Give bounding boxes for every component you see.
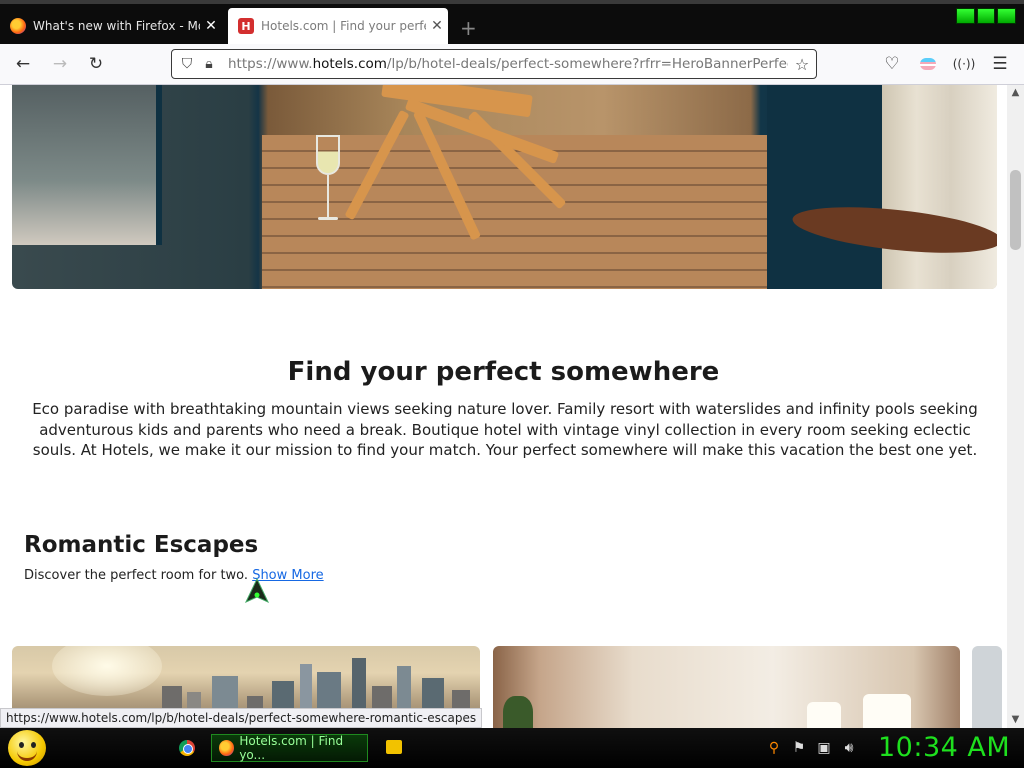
network-icon[interactable]: ▣ — [816, 740, 832, 756]
extension-flag-icon[interactable] — [916, 52, 940, 76]
page-scrollbar[interactable]: ▲ ▼ — [1007, 85, 1024, 728]
taskbar: Hotels.com | Find yo... ⚲ ⚑ ▣ 🔊︎ 10:34 A… — [0, 728, 1024, 768]
tab-strip: What's new with Firefox - More ✕ Hotels.… — [0, 0, 1024, 44]
section-description: Discover the perfect room for two. — [24, 568, 249, 583]
hero-image — [12, 85, 997, 289]
window-controls[interactable] — [956, 8, 1017, 24]
tab-hotels[interactable]: Hotels.com | Find your perfect ✕ — [228, 8, 448, 44]
address-bar[interactable]: ⛉ 🔒︎ https://www.hotels.com/lp/b/hotel-d… — [171, 49, 817, 79]
volume-icon[interactable]: 🔊︎ — [841, 740, 857, 756]
section-subtitle: Discover the perfect room for two. Show … — [24, 568, 324, 583]
scroll-up-icon[interactable]: ▲ — [1007, 87, 1024, 98]
hotel-card-image[interactable] — [972, 646, 1002, 728]
close-tab-icon[interactable]: ✕ — [426, 18, 448, 34]
tab-whats-new[interactable]: What's new with Firefox - More ✕ — [0, 8, 222, 44]
extension-icon[interactable]: ((·)) — [952, 52, 976, 76]
taskbar-firefox-task[interactable]: Hotels.com | Find yo... — [211, 734, 368, 762]
tab-title: Hotels.com | Find your perfect — [261, 19, 426, 33]
page-content: Find your perfect somewhere Eco paradise… — [0, 85, 1007, 728]
tab-title: What's new with Firefox - More — [33, 19, 200, 33]
url-text[interactable]: https://www.hotels.com/lp/b/hotel-deals/… — [220, 56, 788, 72]
forward-icon[interactable]: → — [48, 52, 72, 76]
folder-icon[interactable] — [386, 740, 402, 754]
intro-paragraph: Eco paradise with breathtaking mountain … — [32, 400, 978, 459]
hotels-favicon-icon — [238, 18, 254, 34]
firefox-icon — [219, 740, 235, 756]
bookmark-star-icon[interactable]: ☆ — [788, 55, 816, 74]
page-title: Find your perfect somewhere — [287, 357, 720, 387]
chrome-icon[interactable] — [179, 740, 195, 756]
task-label: Hotels.com | Find yo... — [239, 734, 344, 762]
scroll-down-icon[interactable]: ▼ — [1007, 714, 1024, 725]
hotel-card-image[interactable] — [493, 646, 960, 728]
menu-icon[interactable]: ☰ — [988, 52, 1012, 76]
lock-icon[interactable]: 🔒︎ — [198, 56, 220, 72]
close-tab-icon[interactable]: ✕ — [200, 18, 222, 34]
back-icon[interactable]: ← — [11, 52, 35, 76]
mouse-cursor-icon — [244, 578, 270, 604]
firefox-icon — [10, 18, 26, 34]
tracking-shield-icon[interactable]: ⛉ — [176, 56, 198, 72]
search-icon[interactable]: ⚲ — [766, 740, 782, 756]
section-title: Romantic Escapes — [24, 532, 259, 558]
new-tab-button[interactable]: + — [460, 16, 477, 40]
clock[interactable]: 10:34 AM — [878, 732, 1010, 763]
nav-toolbar: ← → ↻ ⛉ 🔒︎ https://www.hotels.com/lp/b/h… — [0, 44, 1024, 85]
reload-icon[interactable]: ↻ — [84, 52, 108, 76]
status-link-preview: https://www.hotels.com/lp/b/hotel-deals/… — [0, 708, 483, 728]
scrollbar-thumb[interactable] — [1010, 170, 1021, 250]
system-tray: ⚲ ⚑ ▣ 🔊︎ — [766, 740, 857, 756]
start-button-smiley-icon[interactable] — [8, 730, 46, 766]
pocket-icon[interactable]: ♡ — [880, 52, 904, 76]
flag-icon[interactable]: ⚑ — [791, 740, 807, 756]
